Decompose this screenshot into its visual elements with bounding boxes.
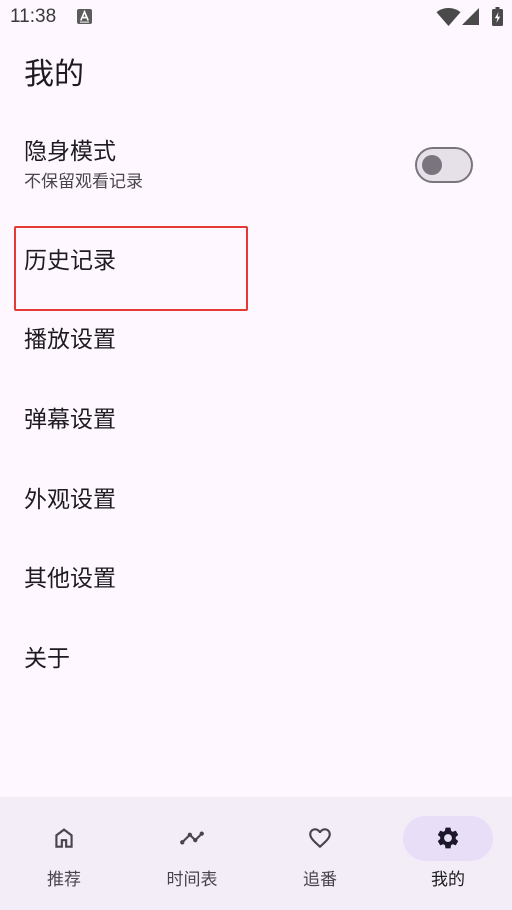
nav-label: 推荐 — [47, 870, 81, 890]
incognito-mode-row[interactable]: 隐身模式 不保留观看记录 — [0, 118, 512, 218]
nav-label: 时间表 — [166, 870, 218, 890]
settings-gear-icon — [437, 827, 459, 849]
toggle-thumb — [422, 155, 442, 175]
menu-item-appearance-settings[interactable]: 外观设置 — [0, 457, 512, 537]
battery-charging-icon — [492, 7, 503, 26]
nav-item-recommend[interactable]: 推荐 — [0, 797, 128, 910]
menu-item-history[interactable]: 历史记录 — [0, 218, 512, 298]
menu-item-label: 其他设置 — [24, 566, 116, 593]
menu-item-danmaku-settings[interactable]: 弹幕设置 — [0, 377, 512, 457]
status-bar: 11:38 — [0, 0, 512, 36]
page-title: 我的 — [24, 57, 84, 92]
home-icon — [55, 828, 73, 848]
wifi-icon — [436, 8, 461, 26]
menu-item-label: 关于 — [24, 645, 70, 672]
incognito-mode-title: 隐身模式 — [24, 139, 116, 165]
a-letter-notification-icon — [77, 9, 92, 24]
nav-item-timeline[interactable]: 时间表 — [128, 797, 256, 910]
menu-item-label: 外观设置 — [24, 486, 116, 513]
heart-icon — [309, 828, 331, 849]
menu-item-label: 播放设置 — [24, 327, 116, 354]
bottom-navigation-bar: 推荐 时间表 追番 我的 — [0, 797, 512, 910]
menu-item-label: 弹幕设置 — [24, 406, 116, 433]
nav-label: 我的 — [431, 870, 465, 890]
signal-icon — [462, 8, 479, 25]
timeline-icon — [180, 831, 204, 845]
menu-item-label: 历史记录 — [24, 247, 116, 274]
menu-item-about[interactable]: 关于 — [0, 616, 512, 696]
menu-item-other-settings[interactable]: 其他设置 — [0, 536, 512, 616]
nav-label: 追番 — [303, 870, 337, 890]
menu-item-playback-settings[interactable]: 播放设置 — [0, 298, 512, 378]
incognito-toggle[interactable] — [415, 147, 473, 183]
nav-item-following[interactable]: 追番 — [256, 797, 384, 910]
incognito-mode-subtitle: 不保留观看记录 — [24, 172, 143, 192]
status-time: 11:38 — [10, 6, 57, 27]
nav-item-mine[interactable]: 我的 — [384, 797, 512, 910]
settings-menu-list: 历史记录 播放设置 弹幕设置 外观设置 其他设置 关于 — [0, 218, 512, 696]
